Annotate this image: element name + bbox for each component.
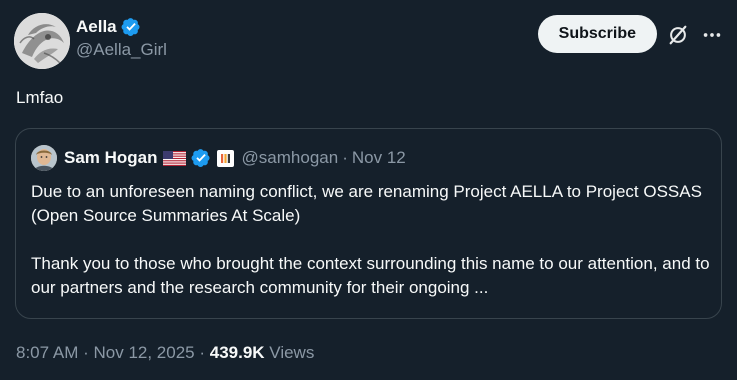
us-flag-icon bbox=[162, 150, 186, 166]
author-info: Aella @Aella_Girl bbox=[76, 15, 167, 60]
tweet-time[interactable]: 8:07 AM bbox=[16, 343, 78, 362]
separator-dot: · bbox=[342, 148, 348, 167]
tweet: Aella @Aella_Girl Subscribe Lmfao Sam Ho… bbox=[0, 0, 737, 380]
verified-badge-icon bbox=[121, 18, 140, 36]
quoted-tweet[interactable]: Sam Hogan @samhogan · Nov 12 Due to an u… bbox=[15, 128, 722, 319]
subscribe-button[interactable]: Subscribe bbox=[537, 15, 657, 53]
quoted-author-name[interactable]: Sam Hogan bbox=[64, 148, 158, 168]
quoted-tweet-header: Sam Hogan @samhogan · Nov 12 bbox=[31, 145, 406, 171]
author-avatar[interactable] bbox=[14, 13, 70, 69]
separator-dot: · bbox=[194, 343, 210, 362]
quoted-author-avatar[interactable] bbox=[31, 145, 57, 171]
quoted-tweet-body: Due to an unforeseen naming conflict, we… bbox=[31, 180, 711, 300]
author-handle[interactable]: @Aella_Girl bbox=[76, 40, 167, 60]
verified-badge-icon bbox=[191, 149, 210, 167]
grok-icon[interactable] bbox=[667, 24, 689, 46]
tweet-date[interactable]: Nov 12, 2025 bbox=[93, 343, 194, 362]
separator-dot: · bbox=[78, 343, 94, 362]
quoted-tweet-paragraph: Due to an unforeseen naming conflict, we… bbox=[31, 182, 702, 225]
quoted-author-avatar-image bbox=[31, 145, 57, 171]
author-name[interactable]: Aella bbox=[76, 17, 117, 37]
tweet-meta: 8:07 AM · Nov 12, 2025 · 439.9K Views bbox=[16, 343, 314, 363]
author-name-row: Aella bbox=[76, 15, 167, 39]
views-label: Views bbox=[264, 343, 315, 362]
quoted-tweet-paragraph: Thank you to those who brought the conte… bbox=[31, 254, 710, 297]
views-count: 439.9K bbox=[209, 343, 265, 362]
quoted-author-handle[interactable]: @samhogan bbox=[242, 148, 339, 168]
tweet-text: Lmfao bbox=[16, 88, 64, 107]
tweet-header: Aella @Aella_Girl Subscribe bbox=[14, 13, 723, 69]
more-dots-icon[interactable] bbox=[701, 24, 723, 46]
affiliate-badge-icon[interactable] bbox=[216, 149, 234, 167]
author-avatar-image bbox=[14, 13, 70, 69]
quoted-tweet-date[interactable]: Nov 12 bbox=[352, 148, 406, 168]
